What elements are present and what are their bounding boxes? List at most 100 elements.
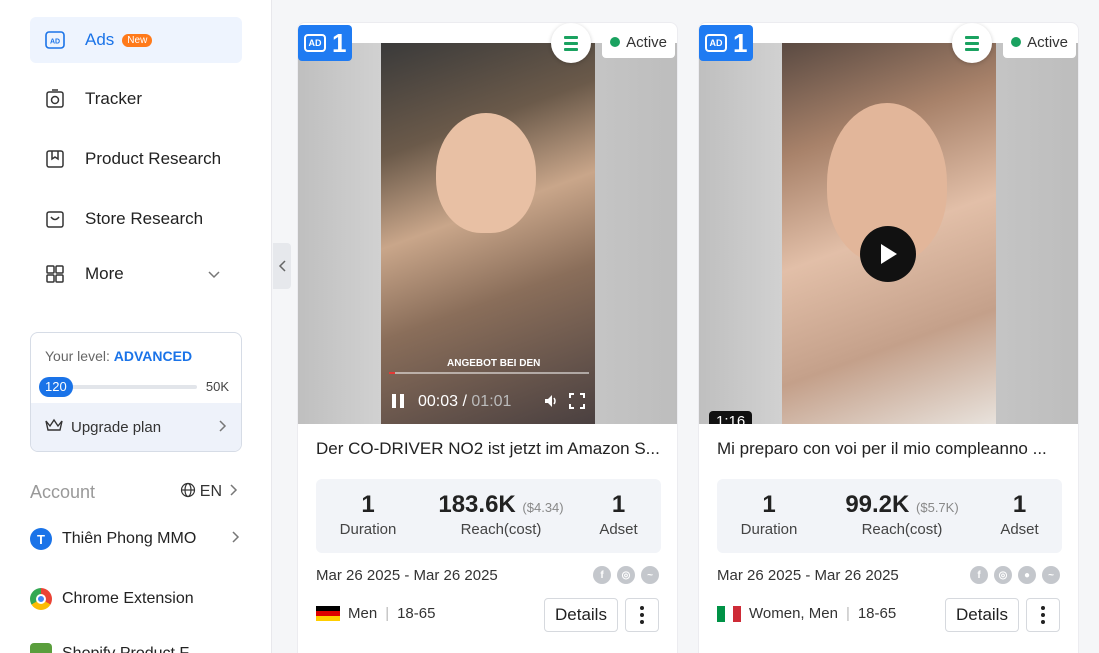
stat-duration: 1 Duration [739,491,799,538]
nav-more[interactable]: More [30,251,242,297]
video-progress-fill [389,372,395,374]
ad-card[interactable]: 1:16 AD 1 Active Mi preparo con voi per … [698,22,1079,653]
instagram-icon: ◎ [617,566,635,584]
ad-count: 1 [733,27,748,58]
stat-reach-cost: ($5.7K) [916,500,959,515]
video-frame: ANGEBOT BEI DEN 00:03 / 01:01 [381,43,595,424]
stat-duration-label: Duration [740,521,798,538]
ad-audience: Men | 18-65 [316,605,435,622]
stat-reach-label: Reach(cost) [460,521,542,538]
level-max: 50K [205,379,229,394]
level-prefix: Your level: [45,348,114,364]
nav-ads[interactable]: AD Ads New [30,17,242,63]
language-selector[interactable]: EN [180,482,238,503]
shopify-label: Shopify Product F [62,645,189,653]
chevron-right-icon [232,530,240,548]
stat-duration-value: 1 [361,491,375,518]
chevron-left-icon [278,260,286,272]
messenger-icon: ~ [641,566,659,584]
fullscreen-icon[interactable] [569,393,585,414]
nav-product-research-label: Product Research [85,149,222,168]
messenger-icon: ~ [1042,566,1060,584]
stat-duration: 1 Duration [338,491,398,538]
nav-tracker[interactable]: Tracker [30,76,242,122]
ad-stats: 1 Duration 99.2K ($5.7K) Reach(cost) 1 A… [717,479,1062,553]
stat-reach: 99.2K ($5.7K) Reach(cost) [827,491,977,538]
level-text: Your level: ADVANCED [45,348,192,364]
nav-more-label: More [85,264,124,283]
video-time: 00:03 / 01:01 [418,393,511,411]
level-current: 120 [39,377,73,397]
ad-icon: AD [304,34,326,52]
new-badge: New [122,33,153,47]
account-avatar-icon: T [30,528,52,550]
status-badge: Active [602,26,675,58]
stat-adset-label: Adset [1000,521,1039,538]
stat-adset-value: 1 [611,491,626,518]
stat-reach-cost: ($4.34) [522,500,564,515]
nav-store-research-label: Store Research [85,209,204,228]
audience-age: 18-65 [397,605,436,622]
germany-flag-icon [316,605,340,622]
stat-reach: 183.6K ($4.34) Reach(cost) [426,491,576,538]
account-link[interactable]: T Thiên Phong MMO [30,525,242,553]
stat-adset-value: 1 [1012,491,1027,518]
level-box: Your level: ADVANCED 120 50K Upgrade pla… [30,332,242,452]
account-label: Account [30,481,96,502]
volume-icon[interactable] [544,394,560,413]
kebab-icon [1041,606,1045,624]
video-time-current: 00:03 [418,393,459,410]
account-row: Account EN [30,480,242,504]
stat-reach-label: Reach(cost) [861,521,943,538]
status-label: Active [1027,33,1068,51]
video-time-separator: / [458,393,472,410]
more-options-button[interactable] [1026,598,1060,632]
sidebar: AD Ads New Tracker Product Research Stor… [0,0,272,653]
chrome-extension-link[interactable]: Chrome Extension [30,585,242,613]
details-button[interactable]: Details [544,598,618,632]
nav-tracker-label: Tracker [85,89,142,108]
store-icon [44,208,66,230]
divider: | [845,605,850,622]
ad-media[interactable]: 1:16 [699,43,1078,424]
svg-text:AD: AD [50,39,60,46]
ad-dates: Mar 26 2025 - Mar 26 2025 [717,567,899,584]
play-icon[interactable] [860,226,916,282]
nav-ads-label: Ads [85,30,115,49]
menu-icon[interactable] [952,23,992,63]
chevron-down-icon [208,264,220,284]
details-button[interactable]: Details [945,598,1019,632]
italy-flag-icon [717,605,741,622]
collapse-sidebar-button[interactable] [273,243,291,289]
ad-icon: AD [705,34,727,52]
platform-icons: f ◎ ~ [593,566,659,584]
shopify-link[interactable]: Shopify Product F [30,640,242,653]
video-progress-track[interactable] [389,372,589,374]
active-dot-icon [1011,37,1022,47]
ad-title[interactable]: Mi preparo con voi per il mio compleanno… [717,439,1062,459]
facebook-icon: f [593,566,611,584]
chevron-right-icon [230,483,238,501]
chrome-extension-label: Chrome Extension [62,590,194,607]
ad-media[interactable]: ANGEBOT BEI DEN 00:03 / 01:01 [298,43,677,424]
stat-adset: 1 Adset [992,491,1047,538]
instagram-icon: ◎ [994,566,1012,584]
status-label: Active [626,33,667,51]
ad-title[interactable]: Der CO-DRIVER NO2 ist jetzt im Amazon S.… [316,439,661,459]
stat-duration-label: Duration [339,521,397,538]
crown-icon [45,418,63,436]
nav-store-research[interactable]: Store Research [30,196,242,242]
stat-reach-value: 183.6K [438,491,516,518]
nav-product-research[interactable]: Product Research [30,136,242,182]
chevron-right-icon [219,419,227,436]
upgrade-plan-button[interactable]: Upgrade plan [31,403,241,451]
globe-icon [180,482,196,503]
ad-card[interactable]: ANGEBOT BEI DEN 00:03 / 01:01 AD 1 Activ… [297,22,678,653]
upgrade-plan-label: Upgrade plan [71,418,162,436]
pause-icon[interactable] [391,393,405,414]
ad-count-badge: AD 1 [699,25,754,61]
ad-audience: Women, Men | 18-65 [717,605,896,622]
more-options-button[interactable] [625,598,659,632]
menu-icon[interactable] [551,23,591,63]
divider: | [385,605,390,622]
